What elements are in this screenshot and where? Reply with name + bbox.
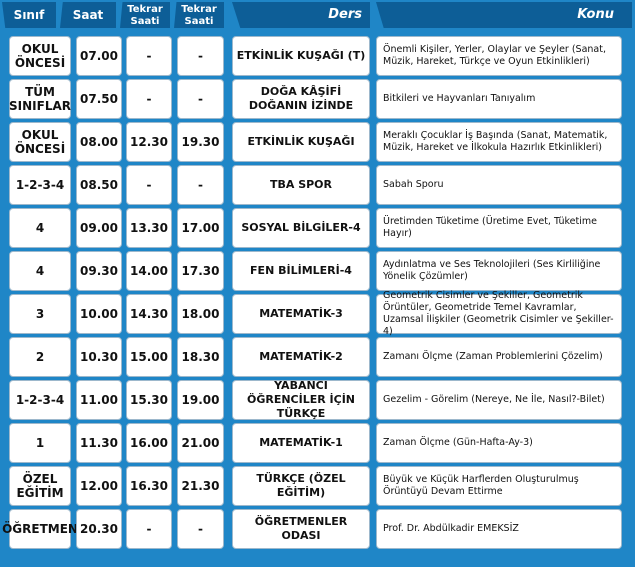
lesson-cell: TÜRKÇE (ÖZEL EĞİTİM)	[232, 466, 370, 506]
class-cell: OKUL ÖNCESİ	[9, 36, 71, 76]
repeat-time-2-cell: -	[177, 79, 224, 119]
time-cell: 12.00	[76, 466, 122, 506]
lesson-cell: MATEMATİK-2	[232, 337, 370, 377]
time-cell: 10.30	[76, 337, 122, 377]
repeat-time-2-cell: 21.30	[177, 466, 224, 506]
class-cell: TÜM SINIFLAR	[9, 79, 71, 119]
class-cell: OKUL ÖNCESİ	[9, 122, 71, 162]
repeat-time-1-cell: -	[126, 36, 172, 76]
class-cell: 1-2-3-4	[9, 165, 71, 205]
class-cell: 1-2-3-4	[9, 380, 71, 420]
table-row: ÖĞRETMEN 20.30- - ÖĞRETMENLER ODASI Prof. Dr…	[0, 509, 635, 549]
time-cell: 09.30	[76, 251, 122, 291]
topic-cell: Prof. Dr. Abdülkadir EMEKSİZ	[376, 509, 622, 549]
repeat-time-2-cell: -	[177, 165, 224, 205]
header-tekrar-2: Tekrar Saati	[174, 2, 224, 28]
lesson-cell: ETKİNLİK KUŞAĞI	[232, 122, 370, 162]
topic-cell: Önemli Kişiler, Yerler, Olaylar ve Şeyle…	[376, 36, 622, 76]
time-cell: 08.00	[76, 122, 122, 162]
repeat-time-1-cell: 14.30	[126, 294, 172, 334]
time-cell: 20.30	[76, 509, 122, 549]
repeat-time-1-cell: 16.00	[126, 423, 172, 463]
time-cell: 11.30	[76, 423, 122, 463]
time-cell: 09.00	[76, 208, 122, 248]
class-cell: 1	[9, 423, 71, 463]
class-cell: 3	[9, 294, 71, 334]
table-row: 4 09.30 14.00 17.30 FEN BİLİMLERİ-4 Aydınlatm…	[0, 251, 635, 291]
time-cell: 07.00	[76, 36, 122, 76]
repeat-time-1-cell: 15.00	[126, 337, 172, 377]
repeat-time-2-cell: 21.00	[177, 423, 224, 463]
repeat-time-1-cell: -	[126, 509, 172, 549]
header-ders: Ders	[232, 2, 370, 28]
header-tekrar-1: Tekrar Saati	[120, 2, 170, 28]
repeat-time-1-cell: 12.30	[126, 122, 172, 162]
repeat-time-2-cell: 17.00	[177, 208, 224, 248]
time-cell: 08.50	[76, 165, 122, 205]
lesson-cell: TBA SPOR	[232, 165, 370, 205]
table-row: ÖZEL EĞİTİM 12.00 16.30 21.30 TÜRKÇE (ÖZEL E…	[0, 466, 635, 506]
table-row: 4 09.00 13.30 17.00 SOSYAL BİLGİLER-4 Üretimd…	[0, 208, 635, 248]
time-cell: 07.50	[76, 79, 122, 119]
topic-cell: Büyük ve Küçük Harflerden Oluşturulmuş Ö…	[376, 466, 622, 506]
table-row: 1-2-3-4 08.50- - TBA SPOR Sabah Sporu	[0, 165, 635, 205]
topic-cell: Gezelim - Görelim (Nereye, Ne İle, Nasıl…	[376, 380, 622, 420]
lesson-cell: ÖĞRETMENLER ODASI	[232, 509, 370, 549]
class-cell: 4	[9, 251, 71, 291]
repeat-time-1-cell: 16.30	[126, 466, 172, 506]
repeat-time-1-cell: -	[126, 165, 172, 205]
table-row: 2 10.30 15.00 18.30 MATEMATİK-2 Zamanı Ölçme …	[0, 337, 635, 377]
lesson-cell: MATEMATİK-3	[232, 294, 370, 334]
table-row: OKUL ÖNCESİ 07.00- - ETKİNLİK KUŞAĞI (T) Öne…	[0, 36, 635, 76]
repeat-time-1-cell: 15.30	[126, 380, 172, 420]
topic-cell: Zamanı Ölçme (Zaman Problemlerini Çözeli…	[376, 337, 622, 377]
repeat-time-2-cell: 19.00	[177, 380, 224, 420]
lesson-cell: DOĞA KÂŞİFİ DOĞANIN İZİNDE	[232, 79, 370, 119]
topic-cell: Geometrik Cisimler ve Şekiller, Geometri…	[376, 290, 622, 337]
table-row: 1 11.30 16.00 21.00 MATEMATİK-1 Zaman Ölçme (…	[0, 423, 635, 463]
lesson-cell: SOSYAL BİLGİLER-4	[232, 208, 370, 248]
header-sinif: Sınıf	[2, 2, 56, 28]
topic-cell: Zaman Ölçme (Gün-Hafta-Ay-3)	[376, 423, 622, 463]
topic-cell: Üretimden Tüketime (Üretime Evet, Tüketi…	[376, 208, 622, 248]
repeat-time-1-cell: -	[126, 79, 172, 119]
lesson-cell: MATEMATİK-1	[232, 423, 370, 463]
topic-cell: Aydınlatma ve Ses Teknolojileri (Ses Kir…	[376, 251, 622, 291]
time-cell: 10.00	[76, 294, 122, 334]
table-row: TÜM SINIFLAR 07.50- - DOĞA KÂŞİFİ DOĞANIN İ…	[0, 79, 635, 119]
topic-cell: Sabah Sporu	[376, 165, 622, 205]
topic-cell: Meraklı Çocuklar İş Başında (Sanat, Mate…	[376, 122, 622, 162]
lesson-cell: FEN BİLİMLERİ-4	[232, 251, 370, 291]
table-row: 3 10.00 14.30 18.00 MATEMATİK-3 Geometrik Cis…	[0, 290, 635, 337]
class-cell: 4	[9, 208, 71, 248]
topic-cell: Bitkileri ve Hayvanları Tanıyalım	[376, 79, 622, 119]
repeat-time-1-cell: 14.00	[126, 251, 172, 291]
repeat-time-1-cell: 13.30	[126, 208, 172, 248]
table-row: OKUL ÖNCESİ 08.00 12.30 19.30 ETKİNLİK KUŞAĞ…	[0, 122, 635, 162]
lesson-cell: YABANCI ÖĞRENCİLER İÇİN TÜRKÇE	[232, 379, 370, 420]
repeat-time-2-cell: -	[177, 36, 224, 76]
class-cell: 2	[9, 337, 71, 377]
lesson-cell: ETKİNLİK KUŞAĞI (T)	[232, 36, 370, 76]
class-cell: ÖZEL EĞİTİM	[9, 466, 71, 506]
class-cell: ÖĞRETMEN	[2, 509, 78, 549]
repeat-time-2-cell: 17.30	[177, 251, 224, 291]
header-konu: Konu	[376, 2, 632, 28]
time-cell: 11.00	[76, 380, 122, 420]
header-saat: Saat	[60, 2, 116, 28]
table-row: 1-2-3-4 11.00 15.30 19.00 YABANCI ÖĞRENCİLER…	[0, 379, 635, 420]
repeat-time-2-cell: 18.30	[177, 337, 224, 377]
repeat-time-2-cell: 19.30	[177, 122, 224, 162]
repeat-time-2-cell: 18.00	[177, 294, 224, 334]
repeat-time-2-cell: -	[177, 509, 224, 549]
